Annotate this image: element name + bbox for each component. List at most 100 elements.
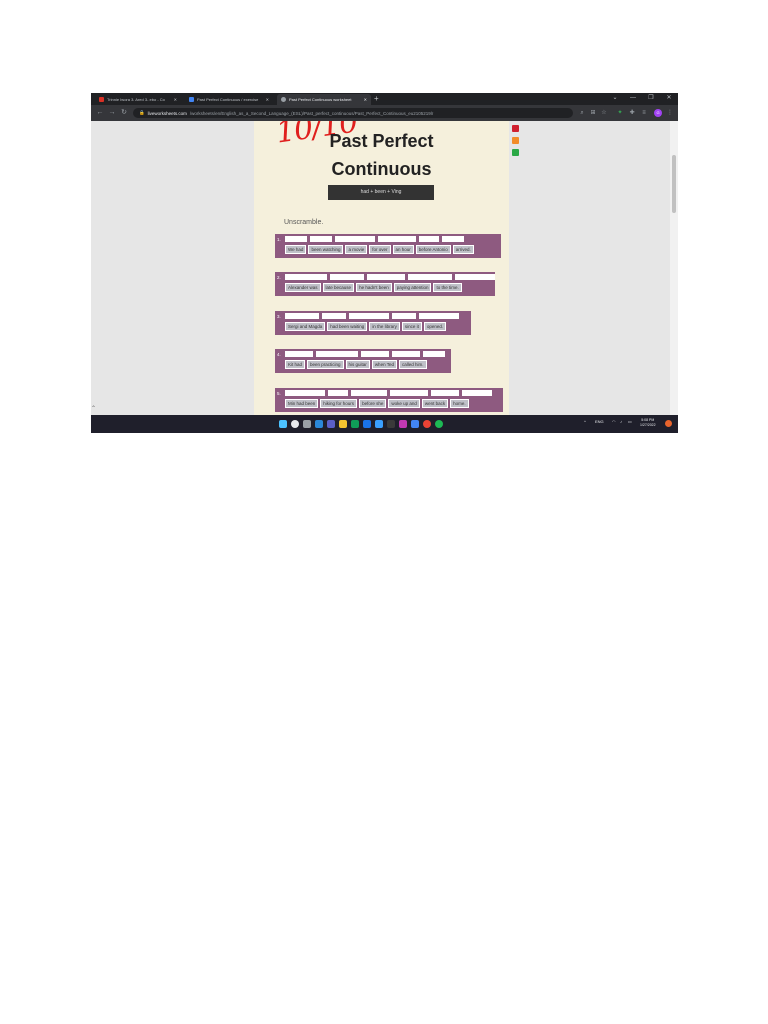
word-chip[interactable]: since it xyxy=(401,322,422,331)
file-explorer-icon[interactable] xyxy=(339,420,347,428)
close-tab-icon[interactable]: ✕ xyxy=(266,97,269,102)
word-chip[interactable]: went back xyxy=(421,399,449,408)
scroll-up-icon[interactable]: ⌃ xyxy=(91,405,105,415)
drop-slot[interactable] xyxy=(419,236,439,242)
back-arrow-icon[interactable]: ← xyxy=(95,108,105,118)
word-chip[interactable]: an hour xyxy=(392,245,414,254)
word-chip[interactable]: We had xyxy=(285,245,307,254)
drop-slot[interactable] xyxy=(322,313,346,319)
word-chip[interactable]: woke up and xyxy=(388,399,420,408)
browser-tab-2[interactable]: Past Perfect Continuous / exercise ✕ xyxy=(185,94,273,105)
widgets-icon[interactable] xyxy=(315,420,323,428)
word-chip[interactable]: been practicing xyxy=(307,360,344,369)
drop-slot[interactable] xyxy=(419,313,459,319)
word-chip[interactable]: opened. xyxy=(423,322,447,331)
search-icon[interactable] xyxy=(291,420,299,428)
word-chip[interactable]: late because xyxy=(322,283,355,292)
word-chip[interactable]: in the library xyxy=(369,322,400,331)
mail-icon[interactable] xyxy=(375,420,383,428)
word-chip[interactable]: Kit had xyxy=(285,360,306,369)
word-chip[interactable]: Alexander was xyxy=(285,283,321,292)
drop-slot[interactable] xyxy=(330,274,364,280)
drop-slot[interactable] xyxy=(335,236,375,242)
drop-slot[interactable] xyxy=(310,236,332,242)
tray-overflow-icon[interactable]: ^ xyxy=(584,419,586,424)
drop-slot[interactable] xyxy=(392,351,420,357)
address-bar[interactable]: 🔒 liveworksheets.com/worksheets/en/Engli… xyxy=(133,108,573,118)
word-chip[interactable]: home. xyxy=(450,399,469,408)
close-tab-icon[interactable]: ✕ xyxy=(174,97,177,102)
pdf-icon[interactable] xyxy=(512,125,519,132)
browser-tab-3-active[interactable]: Past Perfect Continuous worksheet ✕ xyxy=(277,94,371,105)
new-tab-button[interactable]: + xyxy=(374,94,379,104)
print-icon[interactable] xyxy=(512,137,519,144)
word-chip[interactable]: before Antonio xyxy=(415,245,451,254)
drop-slot[interactable] xyxy=(431,390,459,396)
drop-slot[interactable] xyxy=(351,390,387,396)
word-chip[interactable]: been watching xyxy=(308,245,344,254)
maximize-button[interactable]: ❐ xyxy=(642,93,660,104)
drop-slot[interactable] xyxy=(316,351,358,357)
drop-slot[interactable] xyxy=(462,390,492,396)
photos-icon[interactable] xyxy=(399,420,407,428)
word-chip[interactable]: to the time. xyxy=(433,283,462,292)
word-chip[interactable]: he hadn't been xyxy=(356,283,392,292)
reading-list-icon[interactable]: ≡ xyxy=(640,109,648,117)
close-tab-icon[interactable]: ✕ xyxy=(364,97,367,102)
teams-chat-icon[interactable] xyxy=(327,420,335,428)
volume-icon[interactable]: ♪ xyxy=(620,419,622,424)
puzzle-extensions-icon[interactable]: ✚ xyxy=(628,109,636,117)
zoom-icon[interactable]: ⌕ xyxy=(578,109,586,117)
browser-tab-1[interactable]: Trinnie Iwora 3. Ared 3- ebo - Co ✕ xyxy=(95,94,181,105)
browser-menu-icon[interactable]: ⋮ xyxy=(666,109,674,117)
drop-slot[interactable] xyxy=(408,274,452,280)
word-chip[interactable]: Sergi and Magda xyxy=(285,322,326,331)
drop-slot[interactable] xyxy=(285,390,325,396)
word-chip[interactable]: his guitar xyxy=(345,360,370,369)
drop-slot[interactable] xyxy=(285,274,327,280)
drop-slot[interactable] xyxy=(392,313,416,319)
profile-avatar[interactable]: G xyxy=(654,109,662,117)
drop-slot[interactable] xyxy=(285,313,319,319)
drop-slot[interactable] xyxy=(378,236,416,242)
drop-slot[interactable] xyxy=(423,351,445,357)
word-chip[interactable]: before she xyxy=(359,399,387,408)
start-menu-icon[interactable] xyxy=(279,420,287,428)
drop-slot[interactable] xyxy=(285,351,313,357)
spotify-icon[interactable] xyxy=(435,420,443,428)
drop-slot[interactable] xyxy=(367,274,405,280)
drop-slot[interactable] xyxy=(455,274,495,280)
extension-icon[interactable]: ✦ xyxy=(616,109,624,117)
drop-slot[interactable] xyxy=(442,236,464,242)
scrollbar-thumb[interactable] xyxy=(672,155,676,213)
minimize-button[interactable]: — xyxy=(624,93,642,104)
vertical-scrollbar[interactable] xyxy=(670,121,678,415)
drop-slot[interactable] xyxy=(285,236,307,242)
share-icon[interactable]: ⊞ xyxy=(589,109,597,117)
word-chip[interactable]: had been waiting xyxy=(327,322,368,331)
app-icon[interactable] xyxy=(387,420,395,428)
word-chip[interactable]: paying attention xyxy=(393,283,432,292)
word-chip[interactable]: Min had been xyxy=(285,399,319,408)
language-indicator[interactable]: ENG xyxy=(595,419,604,424)
drop-slot[interactable] xyxy=(328,390,348,396)
word-chip[interactable]: for over xyxy=(369,245,391,254)
tab-search-icon[interactable]: ⌄ xyxy=(606,93,624,104)
drop-slot[interactable] xyxy=(349,313,389,319)
edge-browser-icon[interactable] xyxy=(351,420,359,428)
notification-icon[interactable] xyxy=(665,420,672,427)
word-chip[interactable]: a movie xyxy=(345,245,368,254)
bookmark-star-icon[interactable]: ☆ xyxy=(600,109,608,117)
chrome-icon[interactable] xyxy=(423,420,431,428)
check-answers-icon[interactable] xyxy=(512,149,519,156)
word-icon[interactable] xyxy=(411,420,419,428)
drop-slot[interactable] xyxy=(390,390,428,396)
close-window-button[interactable]: ✕ xyxy=(660,93,678,104)
word-chip[interactable]: arrived. xyxy=(452,245,474,254)
word-chip[interactable]: called him. xyxy=(399,360,427,369)
battery-icon[interactable]: ▭ xyxy=(628,419,632,424)
drop-slot[interactable] xyxy=(361,351,389,357)
store-icon[interactable] xyxy=(363,420,371,428)
reload-icon[interactable]: ↻ xyxy=(119,108,129,118)
task-view-icon[interactable] xyxy=(303,420,311,428)
